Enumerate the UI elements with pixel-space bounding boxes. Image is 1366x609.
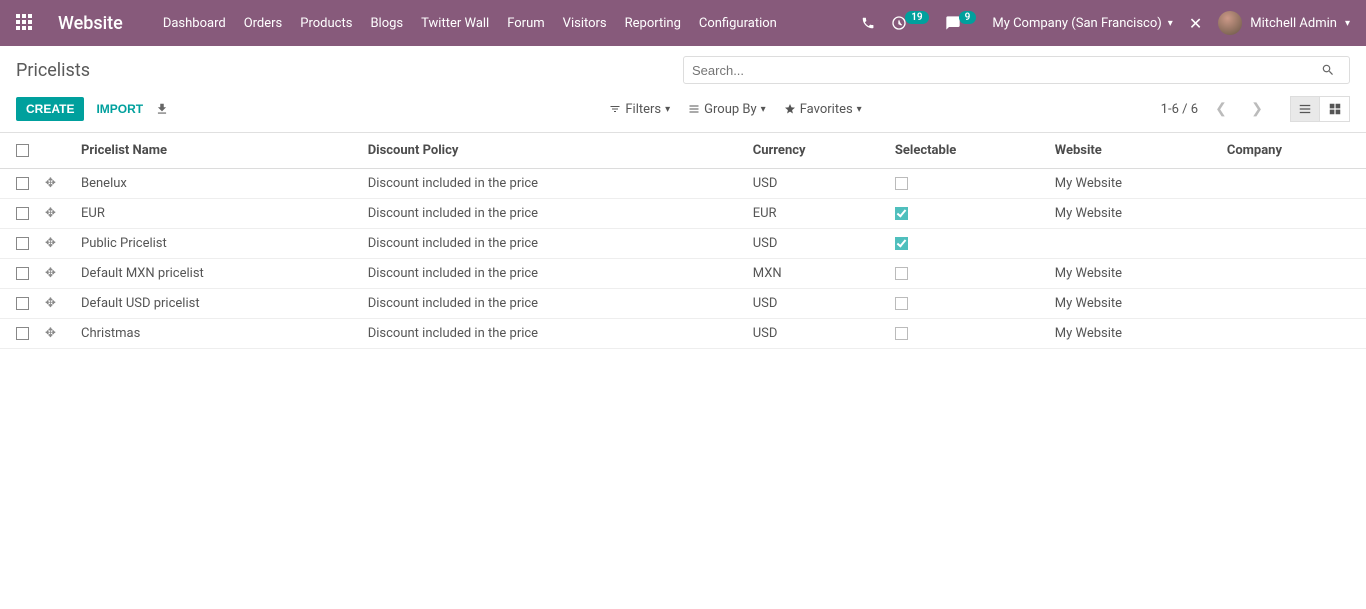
cell-selectable[interactable]: [895, 177, 908, 190]
cell-currency: USD: [745, 319, 887, 349]
cell-selectable[interactable]: [895, 267, 908, 280]
cell-policy: Discount included in the price: [360, 199, 745, 229]
pager-next[interactable]: ❯: [1244, 96, 1270, 122]
search-bar: [683, 56, 1350, 84]
cell-name: EUR: [73, 199, 360, 229]
cell-company: [1219, 289, 1366, 319]
cell-website: My Website: [1047, 319, 1219, 349]
select-all-checkbox[interactable]: [16, 144, 29, 157]
cell-website: My Website: [1047, 169, 1219, 199]
row-checkbox[interactable]: [16, 297, 29, 310]
table-row[interactable]: ✥ EURDiscount included in the priceEUR My …: [0, 199, 1366, 229]
cell-selectable[interactable]: [895, 207, 908, 220]
filters-button[interactable]: Filters▾: [609, 102, 670, 117]
cell-policy: Discount included in the price: [360, 229, 745, 259]
drag-handle-icon[interactable]: ✥: [45, 236, 56, 251]
col-policy[interactable]: Discount Policy: [360, 133, 745, 169]
cell-currency: USD: [745, 229, 887, 259]
cell-policy: Discount included in the price: [360, 259, 745, 289]
row-checkbox[interactable]: [16, 177, 29, 190]
messages-count: 9: [959, 11, 977, 24]
row-checkbox[interactable]: [16, 327, 29, 340]
drag-handle-icon[interactable]: ✥: [45, 206, 56, 221]
table-row[interactable]: ✥ Public PricelistDiscount included in th…: [0, 229, 1366, 259]
cell-website: My Website: [1047, 289, 1219, 319]
row-checkbox[interactable]: [16, 237, 29, 250]
cell-website: [1047, 229, 1219, 259]
close-icon[interactable]: ✕: [1189, 14, 1202, 33]
nav-products[interactable]: Products: [300, 16, 352, 31]
main-nav: Dashboard Orders Products Blogs Twitter Wall…: [163, 16, 777, 31]
nav-blogs[interactable]: Blogs: [370, 16, 403, 31]
row-checkbox[interactable]: [16, 267, 29, 280]
cell-selectable[interactable]: [895, 237, 908, 250]
company-selector[interactable]: My Company (San Francisco)▾: [992, 16, 1172, 31]
col-selectable[interactable]: Selectable: [887, 133, 1047, 169]
drag-handle-icon[interactable]: ✥: [45, 326, 56, 341]
page-title: Pricelists: [16, 60, 683, 81]
phone-icon[interactable]: [861, 16, 875, 30]
cell-name: Default USD pricelist: [73, 289, 360, 319]
row-checkbox[interactable]: [16, 207, 29, 220]
cell-company: [1219, 199, 1366, 229]
avatar: [1218, 11, 1242, 35]
nav-orders[interactable]: Orders: [244, 16, 283, 31]
cell-name: Default MXN pricelist: [73, 259, 360, 289]
nav-dashboard[interactable]: Dashboard: [163, 16, 226, 31]
pager-prev[interactable]: ❮: [1208, 96, 1234, 122]
table-row[interactable]: ✥ Default USD pricelistDiscount included …: [0, 289, 1366, 319]
cell-currency: MXN: [745, 259, 887, 289]
topbar: Website Dashboard Orders Products Blogs Twit…: [0, 0, 1366, 46]
brand[interactable]: Website: [58, 13, 123, 34]
cell-policy: Discount included in the price: [360, 169, 745, 199]
search-input[interactable]: [684, 59, 1321, 82]
cell-name: Benelux: [73, 169, 360, 199]
nav-forum[interactable]: Forum: [507, 16, 544, 31]
cell-currency: USD: [745, 289, 887, 319]
pricelist-table: Pricelist Name Discount Policy Currency …: [0, 133, 1366, 349]
cell-policy: Discount included in the price: [360, 319, 745, 349]
download-icon[interactable]: [155, 102, 169, 116]
cell-website: My Website: [1047, 199, 1219, 229]
nav-visitors[interactable]: Visitors: [563, 16, 607, 31]
col-currency[interactable]: Currency: [745, 133, 887, 169]
pager-text: 1-6 / 6: [1161, 102, 1198, 117]
cell-company: [1219, 229, 1366, 259]
cell-policy: Discount included in the price: [360, 289, 745, 319]
cell-company: [1219, 169, 1366, 199]
col-website[interactable]: Website: [1047, 133, 1219, 169]
nav-configuration[interactable]: Configuration: [699, 16, 777, 31]
table-row[interactable]: ✥ Default MXN pricelistDiscount included …: [0, 259, 1366, 289]
drag-handle-icon[interactable]: ✥: [45, 176, 56, 191]
cell-name: Public Pricelist: [73, 229, 360, 259]
nav-reporting[interactable]: Reporting: [625, 16, 681, 31]
cell-selectable[interactable]: [895, 327, 908, 340]
search-icon[interactable]: [1321, 63, 1349, 77]
cell-currency: EUR: [745, 199, 887, 229]
activity-button[interactable]: 19: [891, 15, 928, 31]
activity-count: 19: [905, 11, 928, 24]
cell-currency: USD: [745, 169, 887, 199]
col-name[interactable]: Pricelist Name: [73, 133, 360, 169]
cell-selectable[interactable]: [895, 297, 908, 310]
drag-handle-icon[interactable]: ✥: [45, 296, 56, 311]
favorites-button[interactable]: Favorites▾: [784, 102, 862, 117]
table-row[interactable]: ✥ ChristmasDiscount included in the price…: [0, 319, 1366, 349]
messages-button[interactable]: 9: [945, 15, 977, 31]
apps-icon[interactable]: [16, 14, 34, 32]
list-view-button[interactable]: [1290, 96, 1320, 122]
cell-company: [1219, 319, 1366, 349]
drag-handle-icon[interactable]: ✥: [45, 266, 56, 281]
cell-website: My Website: [1047, 259, 1219, 289]
table-row[interactable]: ✥ BeneluxDiscount included in the priceUS…: [0, 169, 1366, 199]
cell-company: [1219, 259, 1366, 289]
create-button[interactable]: CREATE: [16, 97, 84, 121]
cell-name: Christmas: [73, 319, 360, 349]
import-button[interactable]: IMPORT: [96, 102, 143, 116]
user-menu[interactable]: Mitchell Admin▾: [1218, 11, 1350, 35]
kanban-view-button[interactable]: [1320, 96, 1350, 122]
groupby-button[interactable]: Group By▾: [688, 102, 766, 117]
col-company[interactable]: Company: [1219, 133, 1366, 169]
nav-twitter-wall[interactable]: Twitter Wall: [421, 16, 489, 31]
